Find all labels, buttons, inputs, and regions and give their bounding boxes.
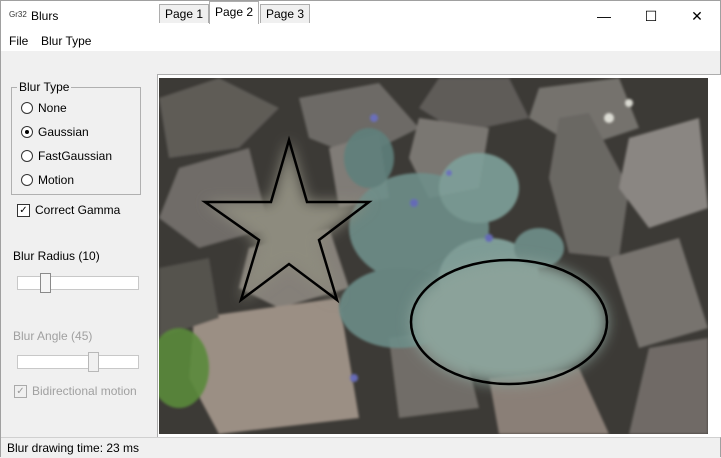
bidirectional-label: Bidirectional motion [32,384,137,398]
blurred-photo [159,78,708,434]
blur-radius-label: Blur Radius (10) [13,249,100,263]
radio-fastgaussian-label: FastGaussian [38,149,113,163]
close-button[interactable]: ✕ [674,1,720,31]
title-bar[interactable]: Gr32 Blurs — ☐ ✕ [1,1,720,31]
blur-angle-label: Blur Angle (45) [13,329,93,343]
options-sidebar: Blur Type None Gaussian FastGaussian Mot… [1,51,153,436]
radio-gaussian-circle[interactable] [21,126,33,138]
window-title: Blurs [31,9,59,23]
blur-type-group-legend: Blur Type [17,80,72,94]
radio-gaussian-label: Gaussian [38,125,89,139]
tab-page-2[interactable]: Page 2 [209,1,260,24]
tab-page-3[interactable]: Page 3 [260,4,311,23]
menu-file[interactable]: File [9,34,28,48]
maximize-button[interactable]: ☐ [628,1,674,31]
tab-page-1[interactable]: Page 1 [159,4,210,23]
blur-radius-slider-thumb[interactable] [40,273,51,293]
status-text: Blur drawing time: 23 ms [7,441,140,455]
radio-motion-label: Motion [38,173,75,187]
status-bar: Blur drawing time: 23 ms [1,437,720,458]
photo-canvas [159,78,708,434]
menu-bar: File Blur Type [1,31,720,51]
app-icon: Gr32 [9,10,27,19]
radio-motion-circle[interactable] [21,174,33,186]
blur-angle-slider[interactable] [17,355,139,369]
minimize-button[interactable]: — [581,1,627,31]
blur-angle-slider-thumb[interactable] [88,352,99,372]
radio-none-label: None [38,101,67,115]
menu-blur-type[interactable]: Blur Type [41,34,91,48]
blurred-ellipse-region [409,258,609,386]
correct-gamma-checkbox[interactable]: ✓ [17,204,30,217]
radio-none-circle[interactable] [21,102,33,114]
correct-gamma-label: Correct Gamma [35,203,121,217]
blur-radius-slider[interactable] [17,276,139,290]
app-window: Gr32 Blurs — ☐ ✕ File Blur Type Blur Typ… [0,0,721,458]
bidirectional-checkbox[interactable]: ✓ [14,385,27,398]
radio-fastgaussian-circle[interactable] [21,150,33,162]
